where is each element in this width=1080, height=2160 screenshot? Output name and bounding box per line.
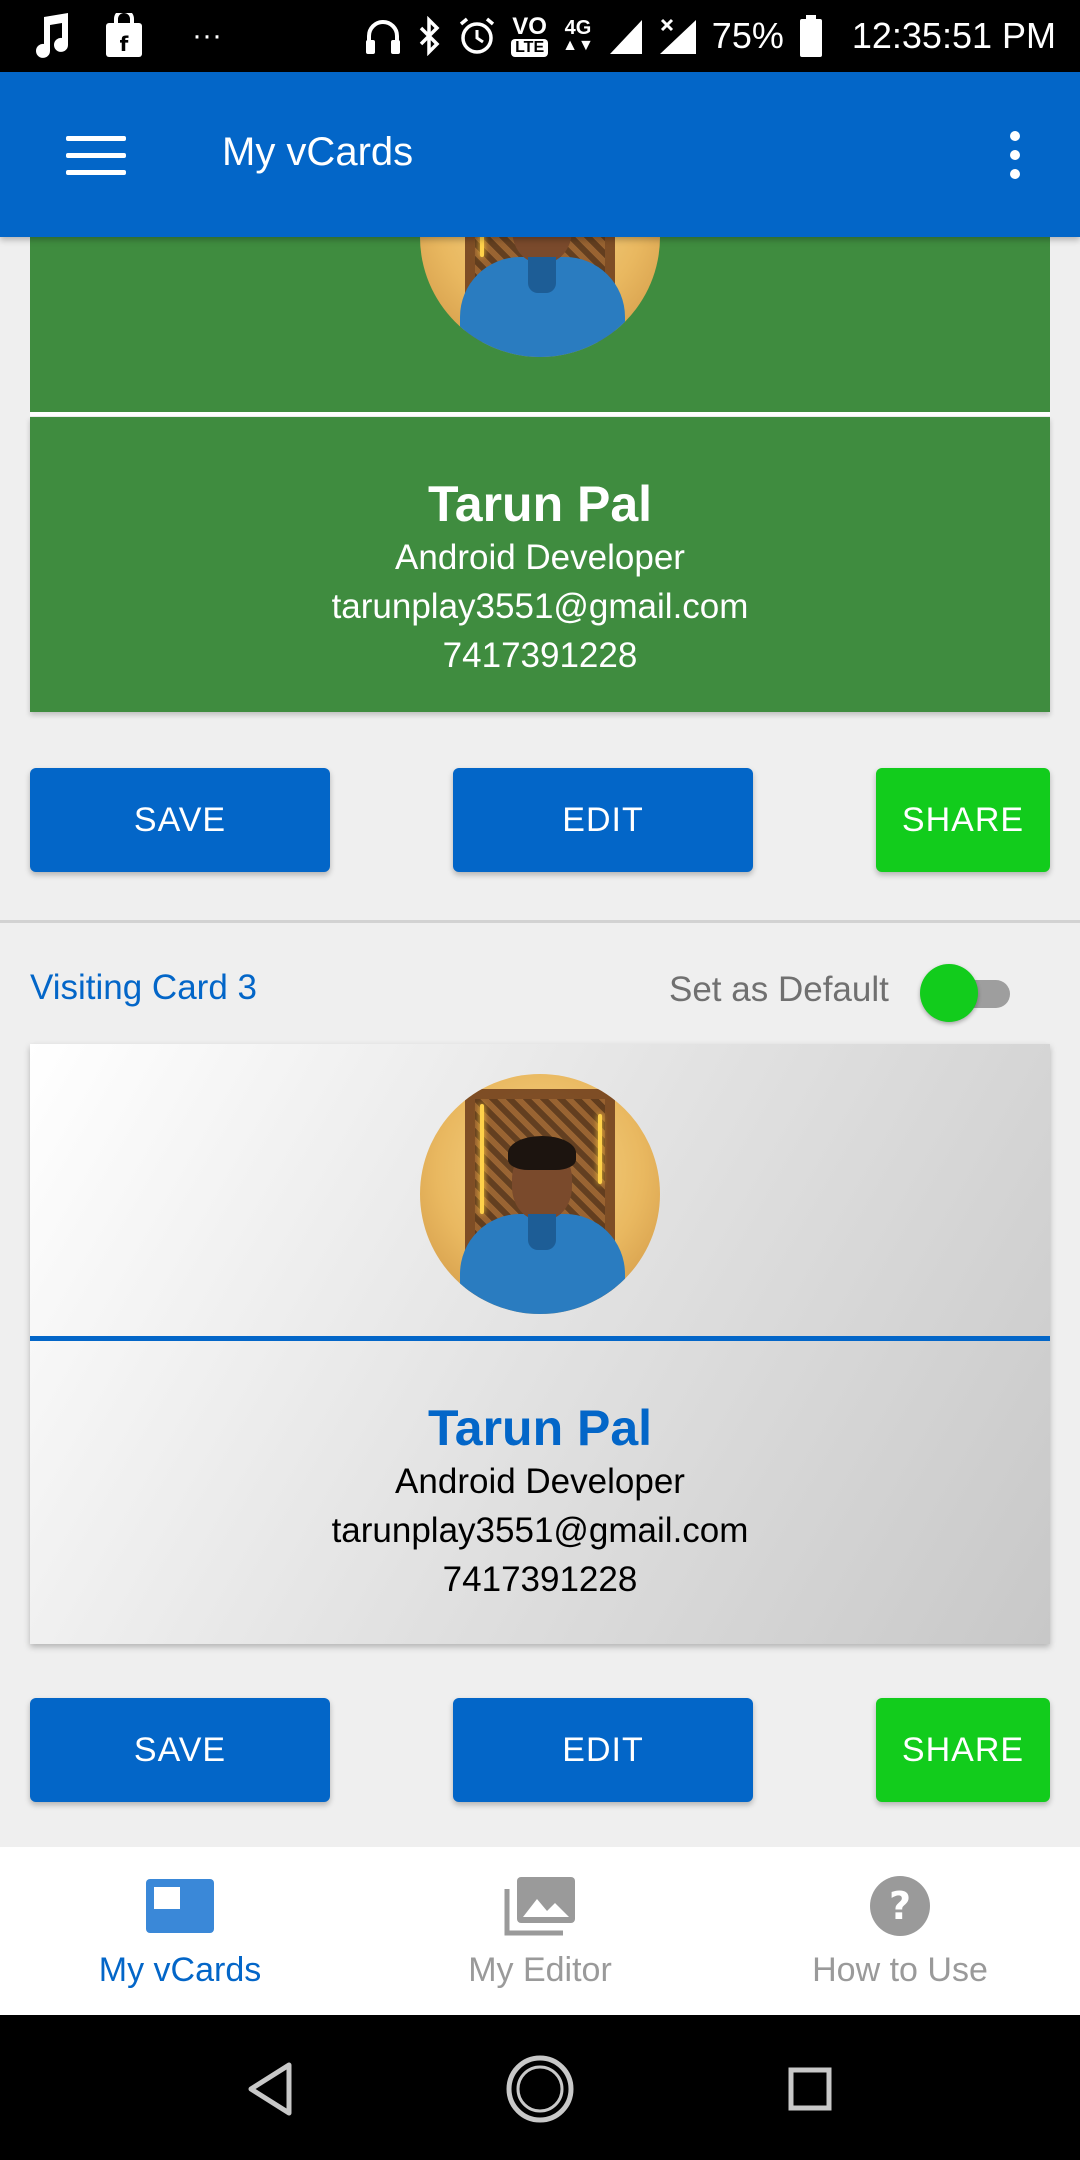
- vcard-role: Android Developer: [395, 1462, 685, 1501]
- vcard-title: Visiting Card 3: [30, 968, 257, 1007]
- hamburger-menu-icon[interactable]: [58, 122, 134, 188]
- back-icon[interactable]: [232, 2051, 308, 2127]
- signal-no-sim-icon: [658, 16, 698, 56]
- vcard-list[interactable]: Tarun Pal Android Developer tarunplay355…: [0, 237, 1080, 1847]
- vcard-details: Tarun Pal Android Developer tarunplay355…: [30, 417, 1050, 712]
- vcard-phone: 7417391228: [442, 1560, 638, 1599]
- edit-button[interactable]: EDIT: [453, 1698, 753, 1802]
- nav-how-to-use[interactable]: ? How to Use: [720, 1847, 1080, 2015]
- vcard-icon: [142, 1875, 218, 1937]
- volte-icon: VO LTE: [511, 13, 549, 57]
- share-button[interactable]: SHARE: [876, 768, 1050, 872]
- music-note-icon: [30, 13, 70, 59]
- save-button[interactable]: SAVE: [30, 1698, 330, 1802]
- vcard-email: tarunplay3551@gmail.com: [331, 587, 749, 626]
- bottom-navigation: My vCards My Editor ? How to Use: [0, 1847, 1080, 2015]
- svg-text:?: ?: [889, 1884, 911, 1928]
- vcard-role: Android Developer: [395, 538, 685, 577]
- battery-percent: 75%: [711, 15, 784, 56]
- photo-library-icon: [502, 1875, 578, 1937]
- headphones-icon: [363, 16, 403, 56]
- vcard-divider: [30, 412, 1050, 416]
- system-navigation-bar: [0, 2015, 1080, 2160]
- card-separator: [0, 920, 1080, 923]
- shopping-bag-icon: f: [104, 13, 144, 59]
- vcard-name: Tarun Pal: [427, 1400, 653, 1456]
- help-icon: ?: [862, 1875, 938, 1937]
- share-button[interactable]: SHARE: [876, 1698, 1050, 1802]
- nav-label: My vCards: [98, 1951, 262, 1989]
- vcard-name: Tarun Pal: [427, 476, 653, 532]
- vcard-phone: 7417391228: [442, 636, 638, 675]
- network-type-icon: 4G ▲▼: [562, 17, 594, 54]
- nav-label: How to Use: [812, 1951, 988, 1989]
- home-icon[interactable]: [502, 2051, 578, 2127]
- vcard-email: tarunplay3551@gmail.com: [331, 1511, 749, 1550]
- set-default-toggle[interactable]: [920, 963, 1016, 1023]
- svg-text:f: f: [120, 32, 129, 56]
- bluetooth-icon: [417, 16, 443, 56]
- battery-icon: [798, 13, 824, 59]
- set-default-label: Set as Default: [669, 970, 889, 1009]
- nav-label: My Editor: [468, 1951, 612, 1989]
- vcard-preview: Tarun Pal Android Developer tarunplay355…: [30, 1044, 1050, 1644]
- app-bar: My vCards: [0, 72, 1080, 237]
- edit-button[interactable]: EDIT: [453, 768, 753, 872]
- more-notifications-icon: ···: [192, 19, 222, 52]
- nav-my-vcards[interactable]: My vCards: [0, 1847, 360, 2015]
- recents-icon[interactable]: [772, 2051, 848, 2127]
- vcard-details: Tarun Pal Android Developer tarunplay355…: [30, 1341, 1050, 1604]
- alarm-icon: [457, 16, 497, 56]
- nav-my-editor[interactable]: My Editor: [360, 1847, 720, 2015]
- signal-icon: [608, 16, 644, 56]
- save-button[interactable]: SAVE: [30, 768, 330, 872]
- profile-photo: [420, 1074, 660, 1314]
- clock: 12:35:51 PM: [851, 15, 1056, 56]
- page-title: My vCards: [222, 130, 414, 174]
- overflow-menu-icon[interactable]: [990, 122, 1040, 188]
- status-bar: f ··· VO LTE 4G ▲▼ 75% 12:35:51 PM: [0, 0, 1080, 72]
